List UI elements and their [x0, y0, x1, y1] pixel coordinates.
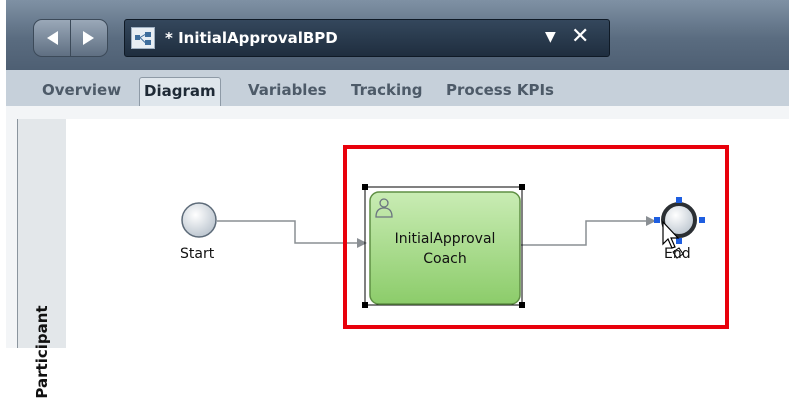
- start-event-label: Start: [180, 246, 215, 262]
- selection-handle[interactable]: [519, 184, 525, 190]
- selection-handle[interactable]: [362, 184, 368, 190]
- end-event-handle[interactable]: [676, 238, 682, 244]
- sequence-flow-activity-to-end[interactable]: [521, 220, 650, 246]
- end-event-handle[interactable]: [699, 217, 705, 223]
- selection-handle[interactable]: [362, 302, 368, 308]
- selection-handle[interactable]: [519, 302, 525, 308]
- sequence-flow-start-to-activity[interactable]: [217, 220, 362, 244]
- activity-label-line1: InitialApproval: [394, 231, 496, 247]
- start-event[interactable]: [181, 202, 217, 238]
- end-event-handle[interactable]: [654, 217, 660, 223]
- diagram-drawing: [181, 145, 729, 329]
- end-event-label: End: [664, 246, 691, 262]
- end-event-handle[interactable]: [676, 197, 682, 203]
- activity-label-line2: Coach: [423, 251, 467, 267]
- initial-approval-coach-activity[interactable]: [369, 191, 521, 305]
